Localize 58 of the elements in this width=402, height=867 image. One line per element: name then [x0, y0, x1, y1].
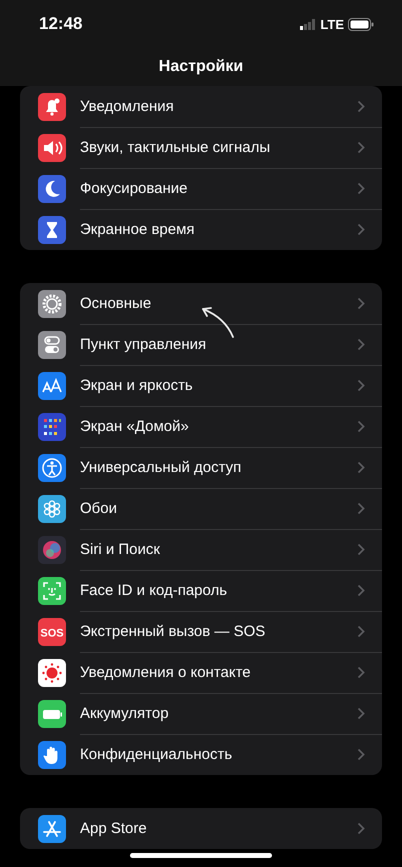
- row-label: App Store: [80, 820, 148, 837]
- chevron-icon: [357, 420, 365, 432]
- chevron-icon: [357, 460, 365, 474]
- settings-row[interactable]: Обои: [20, 488, 382, 529]
- row-label: Экстренный вызов — SOS: [80, 622, 266, 640]
- chevron-icon: [357, 378, 365, 392]
- chevron-icon: [357, 748, 365, 761]
- network-label: LTE: [320, 16, 344, 32]
- settings-row[interactable]: Экранное время: [20, 209, 382, 250]
- row-label: Фокусирование: [80, 180, 189, 196]
- row-label: Основные: [80, 294, 152, 312]
- chevron-icon: [357, 584, 365, 596]
- row-label: Обои: [80, 500, 118, 516]
- settings-row[interactable]: App Store: [20, 808, 382, 849]
- annotation-arrow: [200, 305, 236, 339]
- chevron-icon: [357, 542, 365, 556]
- chevron-icon: [357, 706, 365, 720]
- settings-row[interactable]: Фокусирование: [20, 168, 382, 209]
- settings-row[interactable]: Face ID и код-пароль: [20, 570, 382, 611]
- settings-row[interactable]: Аккумулятор: [20, 693, 382, 734]
- settings-row[interactable]: Основные: [20, 283, 382, 324]
- settings-row[interactable]: SOS Экстренный вызов — SOS: [20, 611, 382, 652]
- signal-icon: [300, 18, 316, 30]
- row-label: Siri и Поиск: [80, 540, 161, 558]
- row-label: Экран и яркость: [80, 376, 194, 394]
- chevron-icon: [357, 223, 365, 236]
- clock-time: 12:48: [39, 14, 84, 34]
- chevron-icon: [357, 296, 365, 310]
- row-label: Уведомления о контакте: [80, 664, 252, 680]
- chevron-icon: [357, 100, 365, 112]
- battery-icon: [348, 18, 374, 30]
- chevron-icon: [357, 822, 365, 835]
- row-label: Звуки, тактильные сигналы: [80, 138, 272, 156]
- settings-row[interactable]: Универсальный доступ: [20, 447, 382, 488]
- chevron-icon: [357, 502, 365, 514]
- chevron-icon: [357, 140, 365, 154]
- settings-row[interactable]: Уведомления: [20, 86, 382, 127]
- row-label: Аккумулятор: [80, 704, 170, 722]
- chevron-icon: [357, 182, 365, 194]
- row-label: Универсальный доступ: [80, 458, 242, 476]
- settings-row[interactable]: Экран и яркость: [20, 365, 382, 406]
- settings-row[interactable]: Экран «Домой»: [20, 406, 382, 447]
- row-label: Face ID и код-пароль: [80, 582, 228, 598]
- sos-icon: SOS: [38, 618, 66, 646]
- row-label: Конфиденциальность: [80, 746, 234, 763]
- row-label: Экранное время: [80, 221, 196, 238]
- settings-row[interactable]: Звуки, тактильные сигналы: [20, 127, 382, 168]
- row-label: Экран «Домой»: [80, 418, 190, 434]
- settings-row[interactable]: Уведомления о контакте: [20, 652, 382, 693]
- page-title: Настройки: [158, 58, 244, 76]
- chevron-icon: [357, 666, 365, 678]
- settings-row[interactable]: Пункт управления: [20, 324, 382, 365]
- chevron-icon: [357, 624, 365, 638]
- chevron-icon: [357, 338, 365, 350]
- settings-row[interactable]: Siri и Поиск: [20, 529, 382, 570]
- row-label: Пункт управления: [80, 336, 208, 352]
- row-label: Уведомления: [80, 98, 175, 114]
- settings-row[interactable]: Конфиденциальность: [20, 734, 382, 775]
